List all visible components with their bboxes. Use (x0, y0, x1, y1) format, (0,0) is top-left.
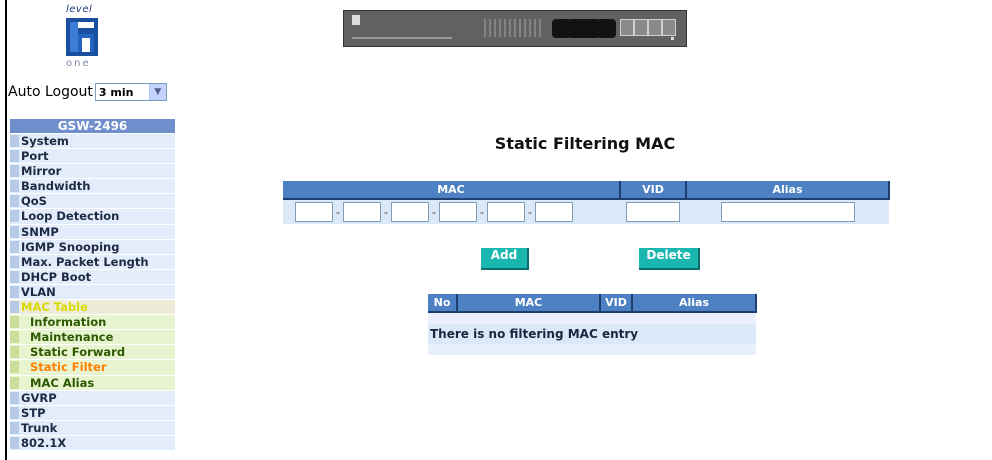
page-title: Static Filtering MAC (494, 134, 676, 153)
auto-logout-select[interactable]: 3 min ▼ (94, 83, 167, 101)
entry-header-alias: Alias (686, 181, 890, 200)
chevron-down-icon[interactable]: ▼ (148, 84, 166, 100)
menu-item-vlan[interactable]: VLAN (10, 283, 175, 300)
entry-header-vid: VID (620, 181, 687, 200)
menu-item-port[interactable]: Port (10, 148, 175, 164)
mac-separator: - (384, 205, 388, 219)
auto-logout-label: Auto Logout (8, 84, 93, 100)
list-header-alias: Alias (632, 294, 757, 313)
submenu-item-static-forward[interactable]: Static Forward (10, 344, 175, 360)
mac-octet-6-input[interactable] (535, 202, 573, 223)
add-button[interactable]: Add (481, 248, 529, 270)
menu-item-mac-table[interactable]: MAC Table (10, 299, 175, 315)
sfp-port-icon (597, 19, 616, 38)
submenu-item-information[interactable]: Information (10, 314, 175, 330)
submenu-item-static-filter[interactable]: Static Filter (10, 359, 175, 375)
auto-logout: Auto Logout 3 min ▼ (8, 82, 167, 102)
logo-bottom-text: one (66, 58, 91, 69)
alias-input[interactable] (720, 202, 855, 223)
ethernet-port-icon (648, 19, 662, 36)
panel-label-strip (352, 37, 452, 39)
menu-item-trunk[interactable]: Trunk (10, 419, 175, 435)
submenu-item-mac-alias[interactable]: MAC Alias (10, 374, 175, 390)
list-header-mac: MAC (457, 294, 601, 313)
menu-item-system[interactable]: System (10, 133, 175, 149)
vid-input[interactable] (626, 202, 680, 223)
empty-list-message: There is no filtering MAC entry (428, 324, 756, 344)
menu-item-802-1x[interactable]: 802.1X (10, 434, 175, 450)
panel-led-icon (484, 19, 544, 37)
menu-item-stp[interactable]: STP (10, 404, 175, 420)
menu-item-max-packet-length[interactable]: Max. Packet Length (10, 253, 175, 269)
submenu-item-maintenance[interactable]: Maintenance (10, 329, 175, 345)
list-spacer (428, 344, 756, 355)
delete-button[interactable]: Delete (639, 248, 700, 270)
entry-header-mac: MAC (283, 181, 621, 200)
filter-mac-list: No MAC VID Alias There is no filtering M… (428, 294, 757, 355)
mac-separator: - (432, 205, 436, 219)
mac-entry-form: MAC VID Alias - - - - - (283, 181, 890, 224)
menu-item-mirror[interactable]: Mirror (10, 163, 175, 179)
menu-item-bandwidth[interactable]: Bandwidth (10, 178, 175, 194)
auto-logout-value: 3 min (98, 85, 134, 99)
mac-octet-2-input[interactable] (343, 202, 381, 223)
list-header-vid: VID (600, 294, 633, 313)
menu-item-gvrp[interactable]: GVRP (10, 389, 175, 405)
frame-divider (5, 0, 7, 460)
switch-front-panel-image (343, 10, 687, 47)
menu-item-dhcp-boot[interactable]: DHCP Boot (10, 268, 175, 284)
mac-octet-3-input[interactable] (391, 202, 429, 223)
menu-item-loop-detection[interactable]: Loop Detection (10, 208, 175, 224)
ethernet-port-icon (620, 19, 634, 36)
list-header-no: No (428, 294, 458, 313)
levelone-logo: level one (58, 4, 114, 76)
sidebar-menu: GSW-2496 System Port Mirror Bandwidth Qo… (10, 119, 175, 450)
panel-logo-icon (352, 15, 360, 25)
menu-item-qos[interactable]: QoS (10, 193, 175, 209)
mac-separator: - (528, 205, 532, 219)
logo-top-text: level (66, 4, 93, 15)
mac-octet-1-input[interactable] (295, 202, 333, 223)
panel-led-icon (671, 37, 674, 40)
logo-mark-icon (66, 18, 98, 56)
ethernet-port-icon (662, 19, 676, 36)
menu-item-snmp[interactable]: SNMP (10, 223, 175, 239)
mac-separator: - (336, 205, 340, 219)
menu-item-igmp-snooping[interactable]: IGMP Snooping (10, 238, 175, 254)
ethernet-port-icon (634, 19, 648, 36)
left-frame: level one Auto Logout 3 min ▼ GSW-2496 S… (0, 0, 180, 460)
mac-octet-4-input[interactable] (439, 202, 477, 223)
mac-separator: - (480, 205, 484, 219)
list-spacer (428, 312, 756, 324)
menu-title: GSW-2496 (10, 119, 175, 133)
mac-octet-5-input[interactable] (487, 202, 525, 223)
